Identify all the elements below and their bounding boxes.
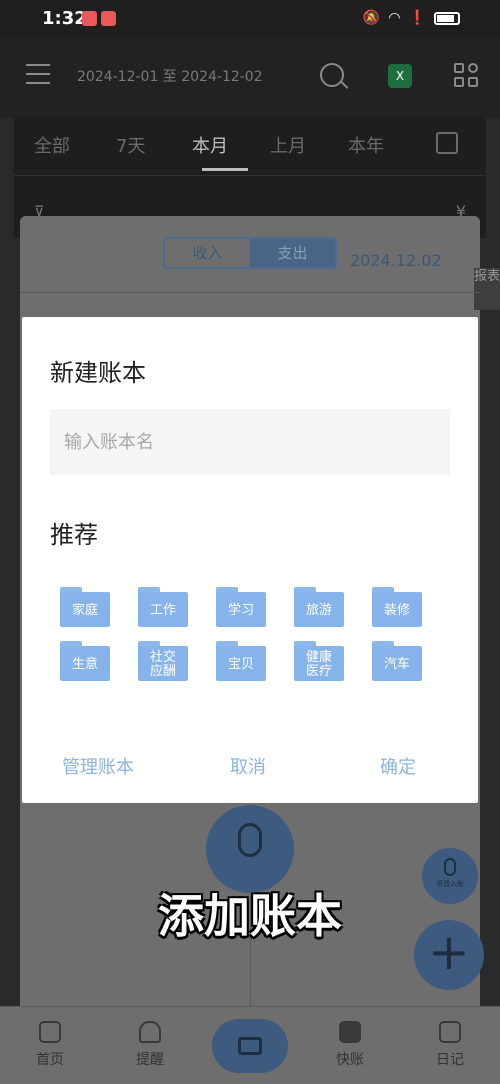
nav-inbox-button[interactable] [212,1019,288,1073]
status-icons: 🔕 ◠ ❗ [363,10,460,26]
nav-quick[interactable]: 快账 [320,1021,380,1069]
period-tabs: 全部 7天 本月 上月 本年 [14,118,486,176]
folder-label: 学习 [216,592,266,627]
status-bar: 1:32 🔕 ◠ ❗ [0,0,500,38]
folder-label: 装修 [372,592,422,627]
tab-last-month[interactable]: 上月 [270,132,306,158]
bell-icon [139,1021,161,1043]
bottom-nav: 首页 提醒 快账 日记 [0,1006,500,1084]
notification-icon [82,11,97,26]
folder-label: 健康医疗 [294,646,344,681]
menu-icon[interactable] [26,64,50,84]
nav-home[interactable]: 首页 [20,1021,80,1069]
mute-icon: 🔕 [362,10,381,26]
folder-label: 生意 [60,646,110,681]
folder-label: 汽车 [372,646,422,681]
folder-family[interactable]: 家庭 [60,587,110,627]
folder-label: 家庭 [60,592,110,627]
folder-label: 社交应酬 [138,646,188,681]
tab-this-month[interactable]: 本月 [192,132,228,158]
apps-grid-icon[interactable] [454,63,480,89]
folder-label: 宝贝 [216,646,266,681]
active-tab-indicator [202,168,248,171]
report-tab[interactable]: 报表 [474,268,500,310]
nav-diary-label: 日记 [436,1052,464,1068]
notification-icon [101,11,116,26]
folder-baby[interactable]: 宝贝 [216,641,266,681]
folder-business[interactable]: 生意 [60,641,110,681]
folder-label: 旅游 [294,592,344,627]
folder-label: 工作 [138,592,188,627]
recommend-title: 推荐 [50,521,98,549]
date-range[interactable]: 2024-12-01 至 2024-12-02 [77,66,263,86]
confirm-button[interactable]: 确定 [380,753,416,779]
battery-icon [434,11,460,25]
video-caption: 添加账本 [158,889,342,943]
date-selector[interactable]: 2024.12.02 [350,251,442,270]
manage-books-button[interactable]: 管理账本 [62,753,134,779]
nav-remind[interactable]: 提醒 [120,1021,180,1069]
status-time: 1:32 [42,8,87,29]
diary-icon [439,1021,461,1043]
tab-all[interactable]: 全部 [34,132,70,158]
expense-option[interactable]: 支出 [250,239,335,267]
excel-icon[interactable]: X [388,64,412,88]
nav-quick-label: 快账 [336,1052,364,1068]
alert-icon: ❗ [408,10,426,26]
inbox-icon [238,1037,262,1055]
microphone-icon [444,858,456,876]
microphone-icon [238,823,262,857]
income-option[interactable]: 收入 [165,239,250,267]
folder-work[interactable]: 工作 [138,587,188,627]
dialog-title: 新建账本 [50,359,146,387]
search-icon[interactable] [320,63,344,87]
folder-travel[interactable]: 旅游 [294,587,344,627]
folder-study[interactable]: 学习 [216,587,266,627]
income-expense-toggle[interactable]: 收入 支出 [163,237,337,269]
divider [20,292,480,293]
nav-home-label: 首页 [36,1052,64,1068]
ledger-icon [339,1021,361,1043]
cancel-button[interactable]: 取消 [230,753,266,779]
folder-renovation[interactable]: 装修 [372,587,422,627]
folder-car[interactable]: 汽车 [372,641,422,681]
app-header: 2024-12-01 至 2024-12-02 X [0,38,500,118]
home-icon [39,1021,61,1043]
dialog-actions: 管理账本 取消 确定 [22,753,478,783]
book-name-input[interactable] [50,409,450,475]
folder-health[interactable]: 健康医疗 [294,641,344,681]
new-book-dialog: 新建账本 推荐 家庭 工作 学习 旅游 装修 生意 社交应酬 宝贝 健康医疗 汽… [22,317,478,803]
folder-social[interactable]: 社交应酬 [138,641,188,681]
wifi-icon: ◠ [388,10,401,26]
calendar-icon[interactable] [436,132,458,154]
nav-diary[interactable]: 日记 [420,1021,480,1069]
nav-remind-label: 提醒 [136,1052,164,1068]
tab-this-year[interactable]: 本年 [348,132,384,158]
tab-7days[interactable]: 7天 [116,132,145,158]
